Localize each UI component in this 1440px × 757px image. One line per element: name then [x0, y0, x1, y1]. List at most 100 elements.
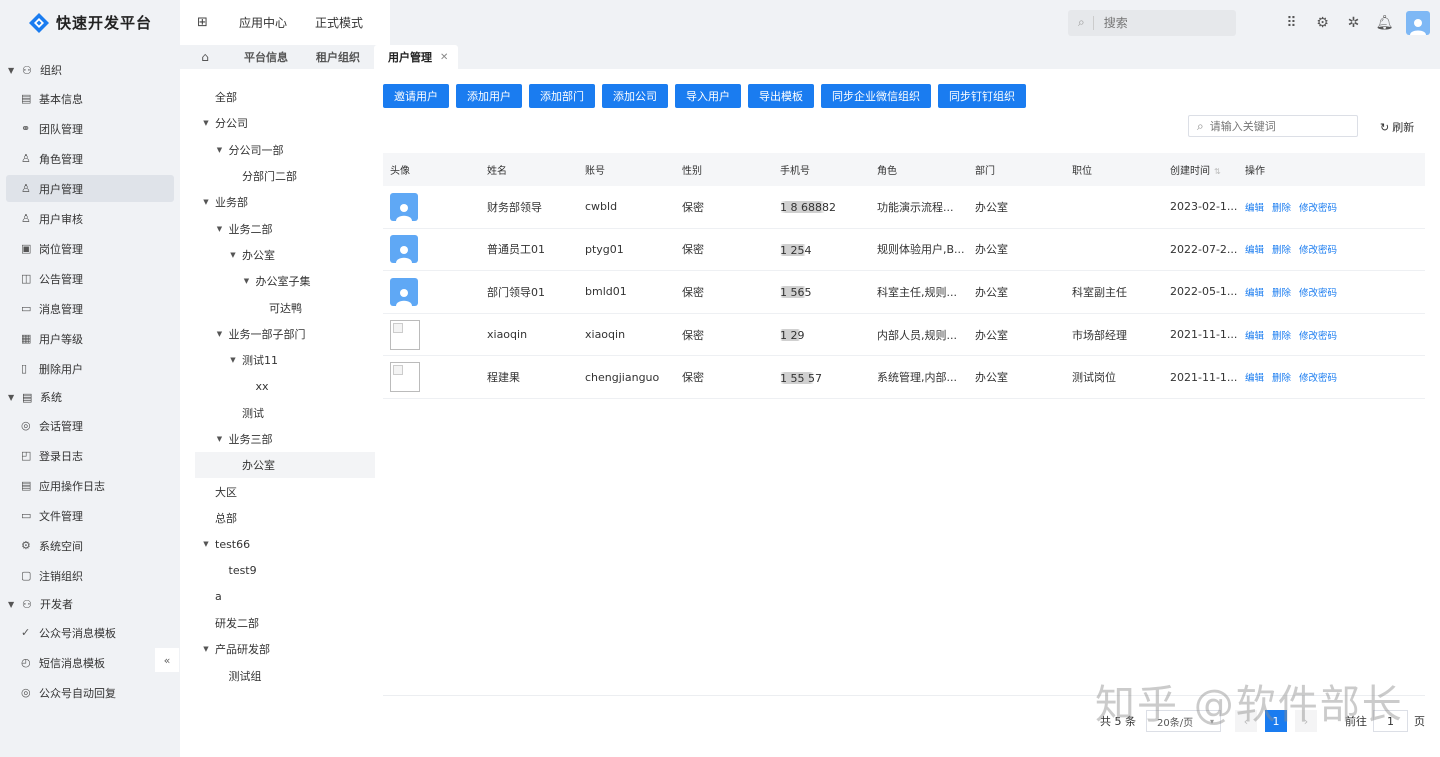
tree-node[interactable]: ▼ 办公室 — [195, 242, 375, 268]
tree-node[interactable]: 总部 — [195, 505, 375, 531]
sidebar-item-0-3[interactable]: ♙ 用户管理 — [6, 175, 174, 202]
global-search[interactable]: ⌕ — [1068, 9, 1236, 36]
nav-app-center[interactable]: 应用中心 — [225, 14, 301, 31]
tab-tenant-org[interactable]: 租户组织 — [302, 45, 374, 69]
add-dept-button[interactable]: 添加部门 — [529, 84, 595, 108]
caret-down-icon[interactable]: ▼ — [228, 251, 238, 259]
tree-node[interactable]: ▼ 测试11 — [195, 347, 375, 373]
change-password-link[interactable]: 修改密码 — [1299, 288, 1337, 299]
sync-wecom-button[interactable]: 同步企业微信组织 — [821, 84, 931, 108]
sidebar-item-0-0[interactable]: ▤ 基本信息 — [6, 85, 174, 112]
nav-formal-mode[interactable]: 正式模式 — [301, 14, 377, 31]
edit-link[interactable]: 编辑 — [1245, 373, 1264, 384]
tree-node[interactable]: xx — [195, 373, 375, 399]
delete-link[interactable]: 删除 — [1272, 373, 1291, 384]
tab-platform-info[interactable]: 平台信息 — [230, 45, 302, 69]
sidebar-item-0-9[interactable]: ▯ 删除用户 — [6, 355, 174, 382]
delete-link[interactable]: 删除 — [1272, 331, 1291, 342]
caret-down-icon[interactable]: ▼ — [215, 330, 225, 338]
home-icon[interactable]: ⌂ — [180, 45, 230, 69]
close-icon[interactable]: ✕ — [440, 52, 448, 63]
sidebar-group-2[interactable]: ▼ ⚇ 开发者 — [0, 592, 180, 616]
settings-icon[interactable]: ✲ — [1338, 15, 1369, 31]
tree-node[interactable]: ▼ test66 — [195, 531, 375, 557]
sidebar-item-1-3[interactable]: ▭ 文件管理 — [6, 502, 174, 529]
delete-link[interactable]: 删除 — [1272, 203, 1291, 214]
sidebar-item-2-1[interactable]: ◴ 短信消息模板 — [6, 649, 174, 676]
change-password-link[interactable]: 修改密码 — [1299, 203, 1337, 214]
sidebar-item-1-5[interactable]: ▢ 注销组织 — [6, 562, 174, 589]
global-search-input[interactable] — [1103, 15, 1214, 30]
delete-link[interactable]: 删除 — [1272, 288, 1291, 299]
caret-down-icon[interactable]: ▼ — [201, 119, 211, 127]
tree-node[interactable]: 大区 — [195, 478, 375, 504]
sidebar-item-0-8[interactable]: ▦ 用户等级 — [6, 325, 174, 352]
tree-node[interactable]: a — [195, 584, 375, 610]
collapse-sidebar-icon[interactable]: « — [155, 648, 179, 672]
change-password-link[interactable]: 修改密码 — [1299, 245, 1337, 256]
tree-node[interactable]: 测试 — [195, 400, 375, 426]
tree-node[interactable]: ▼ 分公司一部 — [195, 137, 375, 163]
sidebar-item-0-2[interactable]: ♙ 角色管理 — [6, 145, 174, 172]
col-created[interactable]: 创建时间 ⇅ — [1163, 162, 1238, 177]
user-avatar[interactable] — [1406, 10, 1430, 35]
tree-node[interactable]: 分部门二部 — [195, 163, 375, 189]
keyword-search[interactable]: ⌕ — [1188, 115, 1358, 137]
keyword-input[interactable] — [1209, 119, 1345, 133]
sidebar-item-0-6[interactable]: ◫ 公告管理 — [6, 265, 174, 292]
edit-link[interactable]: 编辑 — [1245, 203, 1264, 214]
sidebar-item-1-2[interactable]: ▤ 应用操作日志 — [6, 472, 174, 499]
caret-down-icon[interactable]: ▼ — [215, 225, 225, 233]
tree-node[interactable]: ▼ 分公司 — [195, 110, 375, 136]
tree-node[interactable]: 可达鸭 — [195, 294, 375, 320]
tree-node[interactable]: ▼ 业务一部子部门 — [195, 321, 375, 347]
sidebar-item-2-2[interactable]: ◎ 公众号自动回复 — [6, 679, 174, 706]
logo[interactable]: 快速开发平台 — [0, 0, 180, 45]
caret-down-icon[interactable]: ▼ — [201, 540, 211, 548]
change-password-link[interactable]: 修改密码 — [1299, 331, 1337, 342]
apps-grid-icon[interactable]: ⊞ — [180, 15, 225, 30]
edit-link[interactable]: 编辑 — [1245, 331, 1264, 342]
refresh-button[interactable]: ↻ 刷新 — [1380, 119, 1414, 135]
caret-down-icon[interactable]: ▼ — [228, 356, 238, 364]
tree-node[interactable]: 办公室 — [195, 452, 375, 479]
delete-link[interactable]: 删除 — [1272, 245, 1291, 256]
caret-down-icon[interactable]: ▼ — [215, 435, 225, 443]
sidebar-item-0-5[interactable]: ▣ 岗位管理 — [6, 235, 174, 262]
add-company-button[interactable]: 添加公司 — [602, 84, 668, 108]
edit-link[interactable]: 编辑 — [1245, 245, 1264, 256]
tree-node[interactable]: 研发二部 — [195, 610, 375, 636]
import-user-button[interactable]: 导入用户 — [675, 84, 741, 108]
sidebar-item-0-4[interactable]: ♙ 用户审核 — [6, 205, 174, 232]
change-password-link[interactable]: 修改密码 — [1299, 373, 1337, 384]
invite-user-button[interactable]: 邀请用户 — [383, 84, 449, 108]
tree-node[interactable]: test9 — [195, 557, 375, 583]
tree-node[interactable]: ▼ 业务二部 — [195, 215, 375, 241]
sidebar-group-1[interactable]: ▼ ▤ 系统 — [0, 385, 180, 409]
export-template-button[interactable]: 导出模板 — [748, 84, 814, 108]
gear-icon[interactable]: ⚙ — [1307, 15, 1338, 31]
app-launcher-icon[interactable]: ⠿ — [1276, 15, 1307, 31]
sidebar-item-1-1[interactable]: ◰ 登录日志 — [6, 442, 174, 469]
tree-node[interactable]: ▼ 业务三部 — [195, 426, 375, 452]
tree-node[interactable]: ▼ 办公室子集 — [195, 268, 375, 294]
caret-down-icon[interactable]: ▼ — [201, 645, 211, 653]
add-user-button[interactable]: 添加用户 — [456, 84, 522, 108]
tree-node[interactable]: ▼ 产品研发部 — [195, 636, 375, 662]
sidebar-item-0-7[interactable]: ▭ 消息管理 — [6, 295, 174, 322]
sync-dingtalk-button[interactable]: 同步钉钉组织 — [938, 84, 1026, 108]
tab-user-management[interactable]: 用户管理 ✕ — [374, 45, 459, 69]
caret-down-icon[interactable]: ▼ — [201, 198, 211, 206]
tree-node[interactable]: 全部 — [195, 84, 375, 110]
caret-down-icon[interactable]: ▼ — [215, 146, 225, 154]
sidebar-item-0-1[interactable]: ⚭ 团队管理 — [6, 115, 174, 142]
sidebar-group-0[interactable]: ▼ ⚇ 组织 — [0, 58, 180, 82]
tree-node[interactable]: 测试组 — [195, 663, 375, 689]
sidebar-item-2-0[interactable]: ✓ 公众号消息模板 — [6, 619, 174, 646]
sort-icon[interactable]: ⇅ — [1214, 167, 1221, 176]
sidebar-item-1-4[interactable]: ⚙ 系统空间 — [6, 532, 174, 559]
sidebar-item-1-0[interactable]: ◎ 会话管理 — [6, 412, 174, 439]
tree-node[interactable]: ▼ 业务部 — [195, 189, 375, 215]
caret-down-icon[interactable]: ▼ — [242, 277, 252, 285]
edit-link[interactable]: 编辑 — [1245, 288, 1264, 299]
